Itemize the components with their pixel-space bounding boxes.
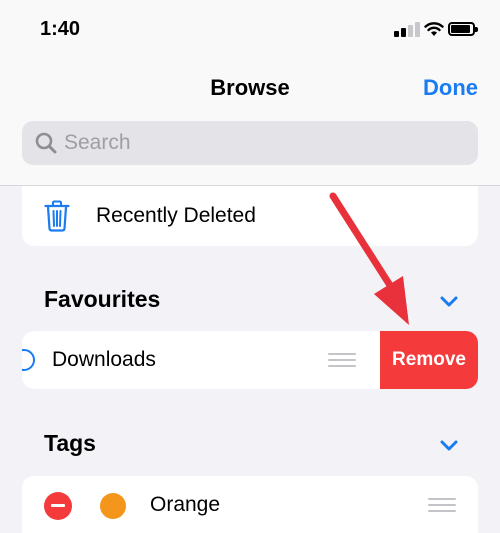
search-icon [35, 132, 57, 154]
tag-row-orange[interactable]: Orange [22, 476, 478, 533]
status-icons [394, 21, 478, 37]
search-placeholder: Search [64, 131, 131, 154]
status-time: 1:40 [40, 18, 81, 40]
cellular-signal-icon [394, 21, 420, 37]
battery-icon [448, 22, 478, 36]
trash-icon [44, 200, 70, 232]
search-input[interactable]: Search [22, 121, 478, 165]
tag-item-label: Orange [150, 493, 221, 516]
favourite-item-label: Downloads [52, 348, 156, 371]
reorder-handle-icon[interactable] [428, 498, 456, 512]
recently-deleted-row[interactable]: Recently Deleted [22, 186, 478, 246]
reorder-handle-icon[interactable] [328, 353, 356, 367]
tags-heading: Tags [44, 430, 96, 456]
orange-tag-dot-icon [100, 493, 126, 519]
delete-minus-icon[interactable] [44, 492, 72, 520]
selection-circle-icon[interactable] [22, 349, 35, 371]
remove-button[interactable]: Remove [380, 331, 478, 389]
header-area: 1:40 Browse Done Search [0, 0, 500, 186]
wifi-icon [424, 22, 444, 36]
done-button[interactable]: Done [423, 75, 478, 101]
favourites-heading: Favourites [44, 286, 161, 312]
favourites-chevron-down-icon[interactable] [440, 296, 458, 308]
recently-deleted-label: Recently Deleted [96, 204, 256, 227]
tags-chevron-down-icon[interactable] [440, 440, 458, 452]
